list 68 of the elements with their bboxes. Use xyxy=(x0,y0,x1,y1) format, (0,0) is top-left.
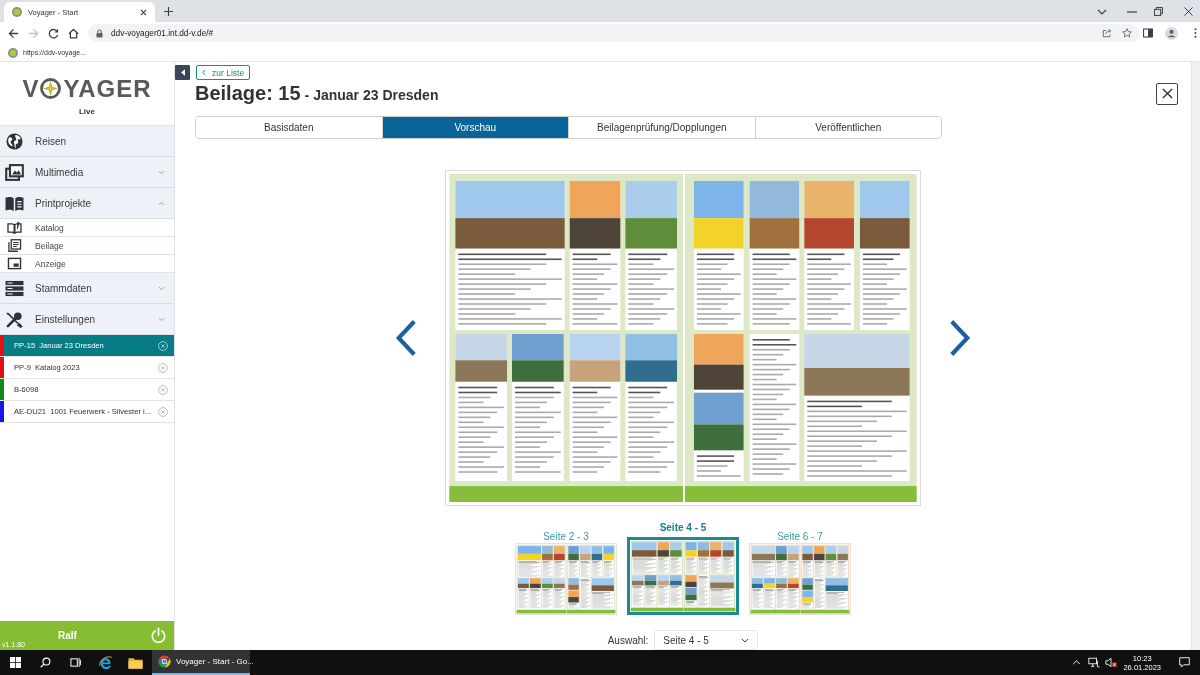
logo-text: YAGER xyxy=(63,75,152,102)
book-icon xyxy=(5,194,24,212)
user-name: Ralf xyxy=(57,630,77,641)
browser-icon xyxy=(158,655,171,668)
favicon-icon xyxy=(12,7,22,17)
back-icon[interactable] xyxy=(8,27,19,39)
page-title: Beilage: 15 xyxy=(195,82,301,105)
compass-icon xyxy=(40,78,62,99)
close-icon xyxy=(1161,88,1173,99)
page-label: Seite 6 - 7 xyxy=(777,531,823,542)
chevron-down-icon xyxy=(741,637,750,643)
close-button[interactable] xyxy=(1156,82,1178,105)
back-to-list-button[interactable]: zur Liste xyxy=(196,65,251,80)
plus-icon[interactable] xyxy=(164,7,173,16)
menu-item[interactable]: Multimedia xyxy=(0,157,174,188)
menu-item[interactable]: Stammdaten xyxy=(0,273,174,304)
folder-icon[interactable] xyxy=(127,655,143,670)
documents-icon xyxy=(7,239,22,252)
chevron-left-icon[interactable] xyxy=(395,319,417,357)
page-subtitle: - Januar 23 Dresden xyxy=(304,87,439,103)
side-panel-icon[interactable] xyxy=(1143,28,1153,38)
close-icon[interactable] xyxy=(140,8,147,16)
tools-icon xyxy=(5,310,24,328)
profile-icon[interactable] xyxy=(1165,26,1178,40)
page-select[interactable]: Seite 4 - 5 xyxy=(654,630,759,650)
search-icon[interactable] xyxy=(39,657,51,668)
selection-label: Auswahl: xyxy=(607,634,649,646)
server-icon xyxy=(5,279,24,297)
submenu-item[interactable]: Anzeige xyxy=(0,255,174,273)
tab[interactable]: Veröffentlichen xyxy=(754,117,941,138)
lock-icon xyxy=(96,28,103,38)
home-icon[interactable] xyxy=(68,27,79,39)
caret-left-icon xyxy=(180,69,185,76)
address-bar[interactable]: ddv-voyager01.int.dd-v.de/# xyxy=(88,24,1140,42)
chevron-up-icon[interactable] xyxy=(1072,660,1082,665)
reload-icon[interactable] xyxy=(48,27,59,39)
menu-item[interactable]: Einstellungen xyxy=(0,304,174,335)
tab[interactable]: Vorschau xyxy=(381,117,568,138)
logo-text: V xyxy=(22,75,40,102)
page-label: Seite 4 - 5 xyxy=(659,522,707,533)
chevron-right-icon[interactable] xyxy=(949,319,971,357)
favicon-icon xyxy=(8,47,18,58)
share-icon[interactable] xyxy=(1102,28,1112,38)
environment-label: Live xyxy=(79,106,95,116)
close-icon[interactable] xyxy=(1184,7,1193,16)
page-label: Seite 2 - 3 xyxy=(543,531,589,542)
images-icon xyxy=(5,163,24,181)
page-thumbnail[interactable] xyxy=(627,537,739,615)
start-menu-icon[interactable] xyxy=(9,657,21,668)
task-view-icon[interactable] xyxy=(69,657,81,668)
kebab-menu-icon[interactable] xyxy=(1194,28,1197,38)
open-book-icon xyxy=(7,221,22,234)
globe-icon xyxy=(5,132,24,150)
chevron-down-icon[interactable] xyxy=(1097,9,1107,15)
frame-icon xyxy=(7,257,22,270)
submenu-item[interactable]: Beilage xyxy=(0,237,174,255)
collapse-button[interactable] xyxy=(175,65,190,80)
browser-icon[interactable] xyxy=(97,655,113,670)
menu-item[interactable]: Reisen xyxy=(0,126,174,157)
network-icon[interactable] xyxy=(1088,657,1101,668)
notification-icon[interactable] xyxy=(1179,657,1190,668)
star-icon[interactable] xyxy=(1122,28,1132,38)
chevron-left-icon xyxy=(202,69,206,76)
scrollbar[interactable] xyxy=(1191,62,1200,650)
submenu-item[interactable]: Katalog xyxy=(0,219,174,237)
speaker-icon[interactable] xyxy=(1105,657,1118,668)
restore-icon[interactable] xyxy=(1154,7,1163,16)
menu-item[interactable]: Printprojekte xyxy=(0,188,174,219)
